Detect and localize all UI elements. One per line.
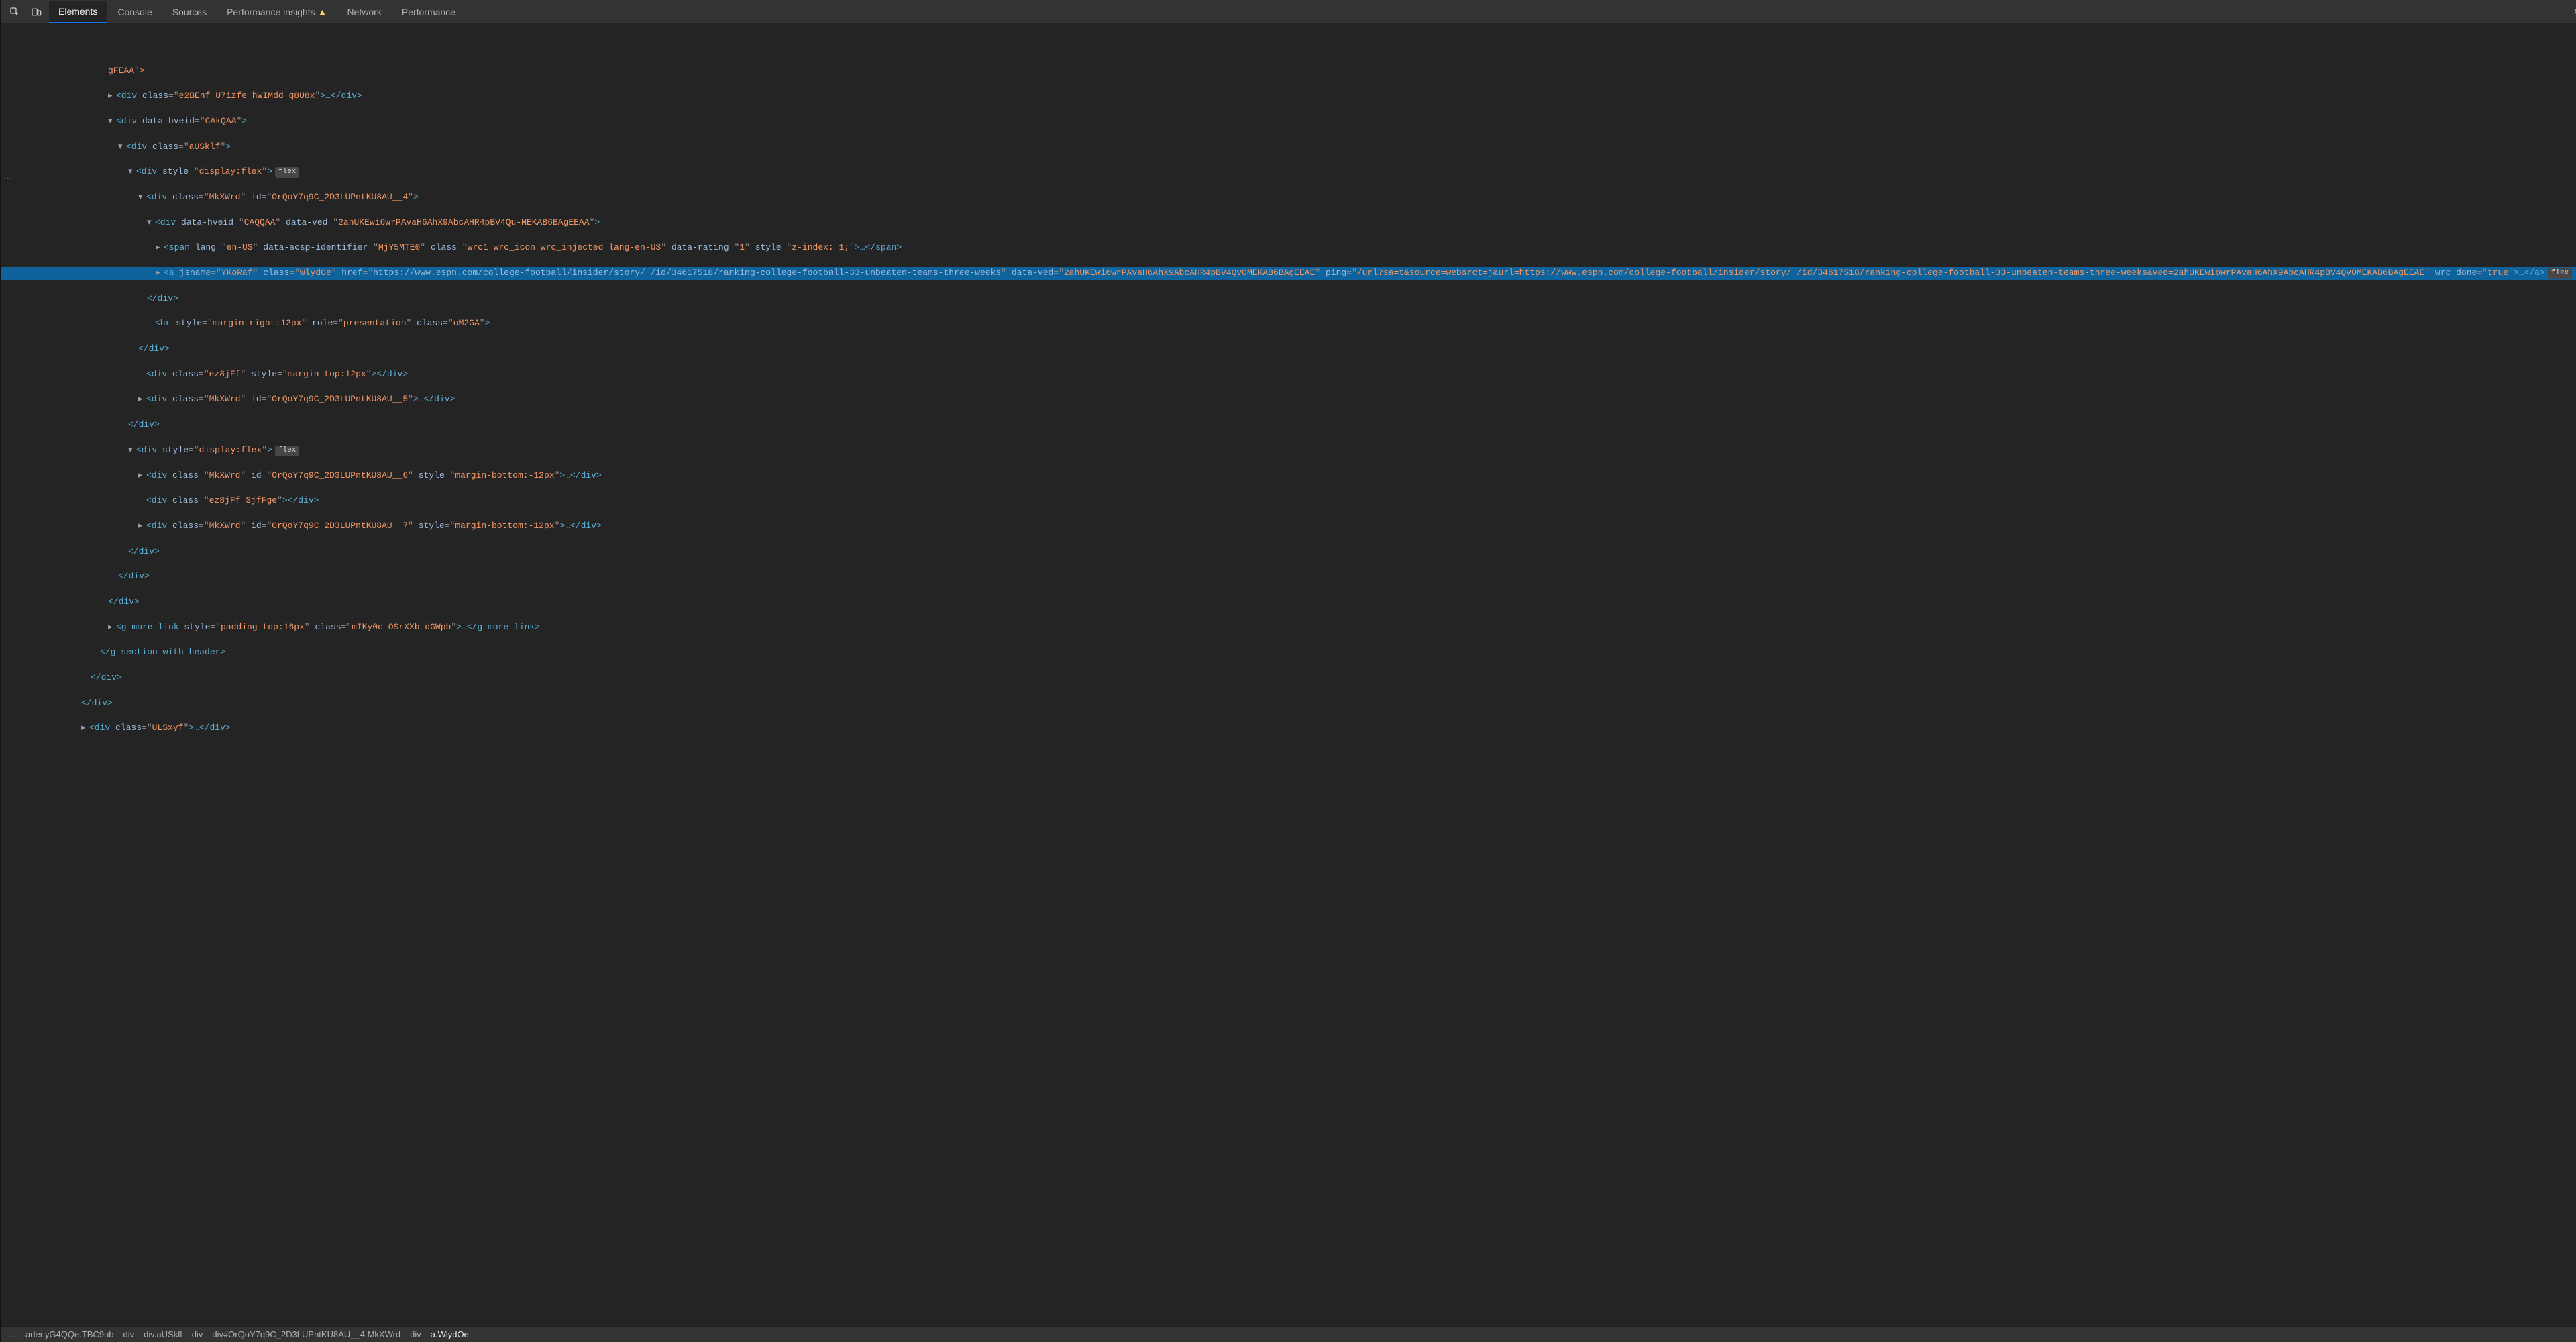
dom-line[interactable]: ▾<div class="MkXWrd" id="OrQoY7q9C_2D3LU…: [1, 191, 2576, 204]
dom-line[interactable]: ▾<div style="display:flex">flex: [1, 166, 2576, 178]
breadcrumb[interactable]: … ader.yG4QQe.TBC9ub div div.aUSklf div …: [1, 1326, 2576, 1342]
dom-line[interactable]: <hr style="margin-right:12px" role="pres…: [1, 317, 2576, 330]
crumb[interactable]: ader.yG4QQe.TBC9ub: [25, 1329, 114, 1339]
dom-line[interactable]: ▸<span lang="en-US" data-aosp-identifier…: [1, 242, 2576, 254]
dom-line[interactable]: </div>: [1, 293, 2576, 305]
crumb[interactable]: div: [410, 1329, 421, 1339]
dom-line[interactable]: ▾<div class="aUSklf">: [1, 141, 2576, 154]
tab-performance-insights[interactable]: Performance insights▲: [217, 1, 336, 23]
dom-line[interactable]: </div>: [1, 697, 2576, 710]
tab-console[interactable]: Console: [108, 1, 161, 23]
crumb[interactable]: div.aUSklf: [144, 1329, 182, 1339]
dom-line[interactable]: ▾<div data-hveid="CAQQAA" data-ved="2ahU…: [1, 217, 2576, 229]
crumb-ellipsis[interactable]: …: [7, 1329, 16, 1339]
dom-line[interactable]: </div>: [1, 672, 2576, 684]
dom-line[interactable]: </g-section-with-header>: [1, 646, 2576, 659]
dom-line[interactable]: ▸<div class="MkXWrd" id="OrQoY7q9C_2D3LU…: [1, 520, 2576, 533]
dom-line[interactable]: </div>: [1, 343, 2576, 356]
crumb[interactable]: div: [123, 1329, 135, 1339]
dom-line[interactable]: ▾<div data-hveid="CAkQAA">: [1, 115, 2576, 128]
dom-line[interactable]: ▸<div class="MkXWrd" id="OrQoY7q9C_2D3LU…: [1, 393, 2576, 406]
device-toggle-icon[interactable]: [28, 3, 45, 21]
tab-network[interactable]: Network: [337, 1, 390, 23]
tab-label: Performance insights: [227, 7, 315, 17]
devtools-panel: Elements Console Sources Performance ins…: [0, 0, 2576, 1342]
dom-line[interactable]: ▾<div style="display:flex">flex: [1, 444, 2576, 457]
tabs-overflow-icon[interactable]: »: [2567, 5, 2576, 19]
flex-badge[interactable]: flex: [2548, 268, 2572, 279]
tab-sources[interactable]: Sources: [163, 1, 216, 23]
dom-line[interactable]: ▸<g-more-link style="padding-top:16px" c…: [1, 621, 2576, 634]
dom-line[interactable]: ▸<div class="e2BEnf U7izfe hWIMdd q8U8x"…: [1, 90, 2576, 103]
devtools-tabbar: Elements Console Sources Performance ins…: [1, 0, 2576, 24]
crumb[interactable]: a.WlydOe: [431, 1329, 469, 1339]
gutter-ellipsis-icon: ⋯: [3, 173, 13, 186]
flex-badge[interactable]: flex: [275, 446, 299, 456]
flex-badge[interactable]: flex: [275, 167, 299, 178]
crumb[interactable]: div#OrQoY7q9C_2D3LUPntKU8AU__4.MkXWrd: [212, 1329, 400, 1339]
tab-elements[interactable]: Elements: [49, 1, 107, 23]
crumb[interactable]: div: [192, 1329, 203, 1339]
dom-line[interactable]: </div>: [1, 596, 2576, 609]
dom-line[interactable]: </div>: [1, 546, 2576, 558]
dom-line[interactable]: <div class="ez8jFf SjfFge"></div>: [1, 495, 2576, 507]
dom-line[interactable]: gFEAA">: [1, 65, 2576, 78]
tab-performance[interactable]: Performance: [392, 1, 465, 23]
dom-line-selected[interactable]: ▸<a jsname="YKoRaf" class="WlydOe" href=…: [1, 267, 2576, 280]
dom-line[interactable]: </div>: [1, 419, 2576, 431]
elements-tree[interactable]: ⋯ gFEAA"> ▸<div class="e2BEnf U7izfe hWI…: [1, 24, 2576, 1326]
inspect-icon[interactable]: [6, 3, 23, 21]
dom-line[interactable]: ▸<div class="MkXWrd" id="OrQoY7q9C_2D3LU…: [1, 470, 2576, 482]
warning-icon: ▲: [318, 7, 327, 17]
dom-line[interactable]: <div class="ez8jFf" style="margin-top:12…: [1, 368, 2576, 381]
dom-line[interactable]: </div>: [1, 570, 2576, 583]
dom-line[interactable]: ▸<div class="ULSxyf">…</div>: [1, 722, 2576, 735]
